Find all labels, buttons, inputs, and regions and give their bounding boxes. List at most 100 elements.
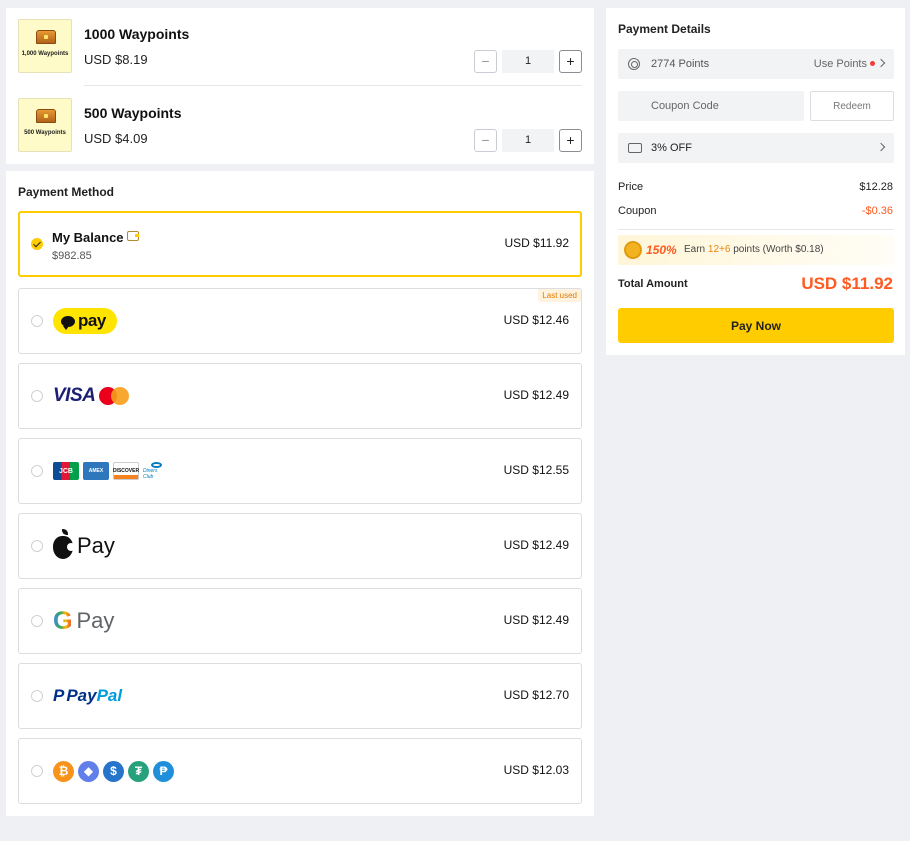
discount-label: 3% OFF (651, 142, 692, 154)
notification-dot-icon (870, 61, 875, 67)
tether-icon: ₮ (128, 760, 149, 782)
payment-method-panel: Payment Method My Balance $982.85 USD $1… (6, 171, 594, 816)
increase-quantity-button[interactable]: + (559, 129, 582, 152)
treasure-chest-icon (36, 30, 56, 44)
total-value: USD $11.92 (801, 274, 893, 293)
usdc-icon: $ (103, 760, 124, 782)
diners-club-logo-icon: Diners Club (143, 462, 169, 480)
price-label: Price (618, 181, 644, 193)
radio-icon[interactable] (31, 690, 43, 702)
bonus-percent: 150% (646, 243, 677, 257)
method-price: USD $12.70 (503, 688, 569, 702)
redeem-button[interactable]: Redeem (810, 91, 894, 121)
product-name: 500 Waypoints (84, 105, 182, 121)
product-name: 1000 Waypoints (84, 26, 190, 42)
kakaopay-logo-icon: pay (53, 308, 117, 334)
thumbnail-label: 1,000 Waypoints (21, 51, 69, 57)
method-logos: pay (53, 289, 117, 353)
quantity-stepper: − 1 + (474, 129, 582, 152)
payment-option-visa-mastercard[interactable]: VISA USD $12.49 (18, 363, 582, 429)
cart-panel: 1,000 Waypoints 1000 Waypoints USD $8.19… (6, 8, 594, 164)
method-price: USD $12.49 (503, 613, 569, 627)
price-value: $12.28 (859, 181, 893, 193)
thumbnail-label: 500 Waypoints (24, 130, 66, 136)
method-price: USD $12.03 (503, 763, 569, 777)
method-logos: G Pay (53, 589, 114, 653)
method-price: USD $12.49 (503, 538, 569, 552)
apple-pay-label: Pay (77, 533, 115, 558)
use-points-row[interactable]: 2774 Points Use Points (618, 49, 894, 79)
visa-logo-icon: VISA (53, 385, 96, 406)
discount-expand[interactable] (876, 142, 886, 154)
radio-icon[interactable] (31, 315, 43, 327)
medal-icon (624, 241, 642, 259)
coupon-label: Coupon (618, 205, 657, 217)
product-thumbnail: 500 Waypoints (18, 98, 72, 152)
method-logos: JCB AMEX DISCOVER Diners Club (53, 439, 169, 503)
earn-text: Earn 12+6 points (Worth $0.18) (684, 244, 824, 255)
paxos-icon: ₱ (153, 760, 174, 782)
method-price: USD $12.49 (503, 388, 569, 402)
payment-option-kakaopay[interactable]: Last used pay USD $12.46 (18, 288, 582, 354)
total-label: Total Amount (618, 278, 688, 290)
payment-option-cards[interactable]: JCB AMEX DISCOVER Diners Club USD $12.55 (18, 438, 582, 504)
details-title: Payment Details (618, 22, 711, 36)
chevron-right-icon (876, 142, 886, 152)
balance-label: My Balance (52, 230, 139, 245)
quantity-value[interactable]: 1 (502, 129, 554, 152)
jcb-logo-icon: JCB (53, 462, 79, 480)
coupon-code-input[interactable] (618, 91, 804, 121)
cart-item: 1,000 Waypoints 1000 Waypoints USD $8.19… (18, 19, 582, 75)
bitcoin-icon: ₿ (53, 760, 74, 782)
decrease-quantity-button[interactable]: − (474, 50, 497, 73)
last-used-badge: Last used (538, 289, 581, 302)
discount-row[interactable]: 3% OFF (618, 133, 894, 163)
amex-logo-icon: AMEX (83, 462, 109, 480)
google-pay-label: Pay (76, 608, 115, 633)
cart-item: 500 Waypoints 500 Waypoints USD $4.09 − … (18, 98, 582, 154)
method-price: USD $12.46 (503, 313, 569, 327)
increase-quantity-button[interactable]: + (559, 50, 582, 73)
chevron-right-icon (876, 58, 886, 68)
discover-logo-icon: DISCOVER (113, 462, 139, 480)
product-price: USD $4.09 (84, 131, 148, 146)
mastercard-logo-icon (99, 387, 130, 405)
method-price: USD $11.92 (504, 236, 569, 250)
chat-bubble-icon (61, 315, 75, 330)
ethereum-icon: ◆ (78, 760, 99, 782)
wallet-icon (126, 231, 139, 241)
radio-icon[interactable] (31, 615, 43, 627)
paypal-logo-icon: P PayPal (53, 686, 123, 705)
payment-details-panel: Payment Details 2774 Points Use Points R… (606, 8, 905, 355)
method-logos: VISA (53, 364, 130, 428)
earn-points-banner: 150% Earn 12+6 points (Worth $0.18) (618, 235, 894, 265)
method-logos: Pay (53, 514, 115, 578)
payment-option-google-pay[interactable]: G Pay USD $12.49 (18, 588, 582, 654)
quantity-value[interactable]: 1 (502, 50, 554, 73)
use-points-link[interactable]: Use Points (814, 58, 886, 70)
pay-now-button[interactable]: Pay Now (618, 308, 894, 343)
radio-icon[interactable] (31, 390, 43, 402)
quantity-stepper: − 1 + (474, 50, 582, 73)
method-logos: ₿ ◆ $ ₮ ₱ (53, 739, 174, 803)
decrease-quantity-button[interactable]: − (474, 129, 497, 152)
radio-icon[interactable] (31, 540, 43, 552)
radio-icon[interactable] (31, 465, 43, 477)
apple-logo-icon (53, 528, 75, 559)
radio-checked-icon[interactable] (31, 238, 43, 250)
method-logos: P PayPal (53, 664, 122, 728)
payment-option-apple-pay[interactable]: Pay USD $12.49 (18, 513, 582, 579)
divider (618, 229, 894, 230)
radio-icon[interactable] (31, 765, 43, 777)
payment-option-paypal[interactable]: P PayPal USD $12.70 (18, 663, 582, 729)
google-logo-icon: G (53, 606, 73, 635)
payment-option-balance[interactable]: My Balance $982.85 USD $11.92 (18, 211, 582, 277)
section-title: Payment Method (18, 185, 115, 199)
points-balance: 2774 Points (651, 58, 710, 70)
points-coin-icon (628, 58, 640, 70)
product-thumbnail: 1,000 Waypoints (18, 19, 72, 73)
method-price: USD $12.55 (503, 463, 569, 477)
ticket-icon (628, 143, 642, 153)
payment-option-crypto[interactable]: ₿ ◆ $ ₮ ₱ USD $12.03 (18, 738, 582, 804)
balance-amount: $982.85 (52, 250, 92, 262)
